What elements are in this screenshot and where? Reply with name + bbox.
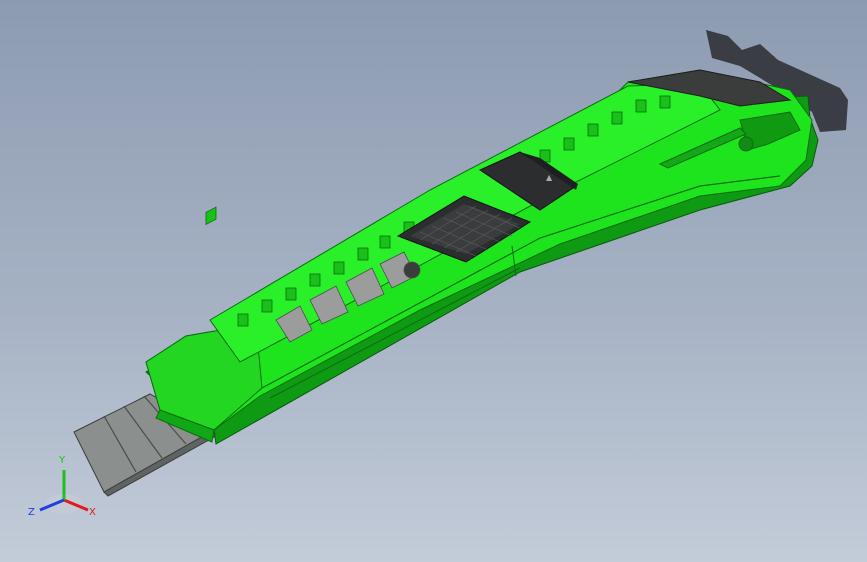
view-triad: X Y Z	[28, 455, 96, 518]
cutter-handle	[145, 69, 819, 445]
triad-x-label: X	[89, 507, 96, 518]
triad-y-label: Y	[58, 455, 66, 466]
cad-model-view[interactable]: ▲ X Y Z	[0, 0, 867, 562]
svg-text:▲: ▲	[546, 173, 553, 182]
graphics-viewport[interactable]: ▲ X Y Z	[0, 0, 867, 562]
triad-z-label: Z	[28, 507, 35, 518]
